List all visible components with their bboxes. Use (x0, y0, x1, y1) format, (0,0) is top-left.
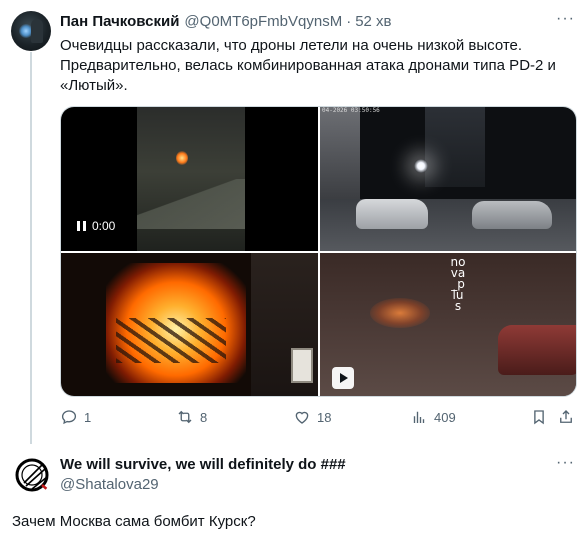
avatar[interactable] (11, 11, 51, 51)
bookmark-button[interactable] (530, 408, 548, 426)
video-thumbnail-3[interactable] (61, 253, 318, 396)
reply-tweet[interactable]: We will survive, we will definitely do #… (0, 446, 587, 533)
camera-timestamp: 04-2026 03:50:56 (322, 107, 380, 114)
tweet-text: Очевидцы рассказали, что дроны летели на… (60, 37, 556, 94)
retweet-count: 8 (200, 409, 208, 425)
timestamp[interactable]: 52 хв (355, 13, 391, 30)
media-grid: 0:00 04-2026 03:50:56 nova_plus (60, 106, 577, 397)
bookmark-icon (534, 410, 544, 425)
author-name[interactable]: We will survive, we will definitely do #… (60, 456, 346, 473)
reply-count: 1 (84, 409, 92, 425)
thread-line (30, 52, 32, 444)
view-count: 409 (434, 409, 456, 425)
reply-text: Зачем Москва сама бомбит Курск? (12, 513, 256, 530)
video-controls[interactable]: 0:00 (77, 219, 115, 233)
watermark: nova_plus (450, 255, 466, 313)
more-options-icon[interactable]: ··· (556, 454, 575, 472)
tweet[interactable]: Пан Пачковский @Q0MT6pFmbVqynsM · 52 хв … (0, 0, 587, 444)
more-options-icon[interactable]: ··· (556, 10, 575, 28)
analytics-icon (413, 411, 425, 423)
like-count: 18 (317, 409, 332, 425)
retweet-icon (178, 410, 192, 424)
video-thumbnail-1[interactable]: 0:00 (61, 107, 318, 251)
tweet-header: Пан Пачковский @Q0MT6pFmbVqynsM · 52 хв (60, 13, 392, 30)
views-button[interactable]: 409 (410, 408, 456, 426)
retweet-button[interactable]: 8 (176, 408, 207, 426)
author-handle[interactable]: @Q0MT6pFmbVqynsM (184, 13, 342, 30)
video-time: 0:00 (92, 219, 116, 233)
video-thumbnail-4[interactable]: nova_plus (320, 253, 576, 396)
separator: · (346, 13, 352, 30)
reply-button[interactable]: 1 (60, 408, 91, 426)
share-button[interactable] (557, 408, 575, 426)
pause-icon[interactable] (77, 221, 86, 231)
heart-icon (295, 411, 309, 424)
author-handle[interactable]: @Shatalova29 (60, 476, 159, 493)
author-name[interactable]: Пан Пачковский (60, 13, 179, 30)
share-icon (560, 410, 572, 423)
video-thumbnail-2[interactable]: 04-2026 03:50:56 (320, 107, 576, 251)
avatar[interactable] (12, 455, 52, 495)
like-button[interactable]: 18 (293, 408, 331, 426)
play-icon[interactable] (332, 367, 354, 389)
action-bar: 1 8 18 409 (60, 408, 577, 432)
reply-icon (61, 410, 77, 425)
